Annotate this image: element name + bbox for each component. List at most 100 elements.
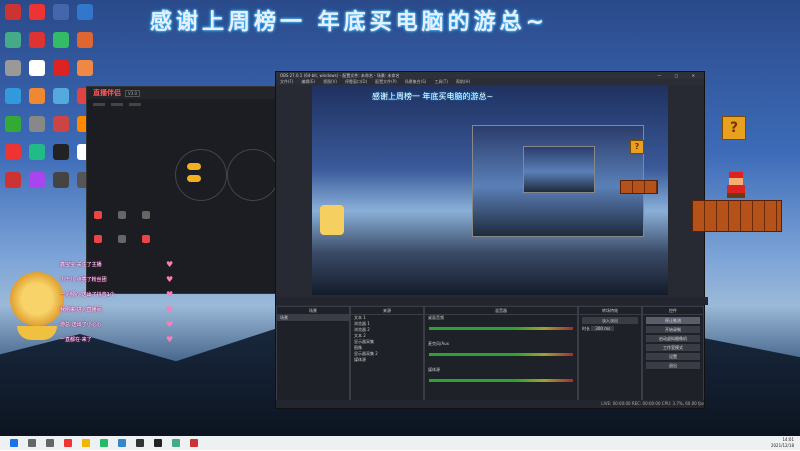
chat-message: 一见倾心·送出了抖音1个 xyxy=(60,292,115,298)
control-button[interactable]: 启动虚拟摄像机 xyxy=(646,335,700,342)
mixer-list: 桌面音频麦克风/Aux 媒体源 xyxy=(425,315,577,393)
volume-meter[interactable] xyxy=(429,353,573,356)
desktop-app-icon[interactable] xyxy=(50,144,72,160)
tool-icon[interactable] xyxy=(115,235,129,251)
obs-title: OBS 27.0.1 (64-bit, windows) - 配置文件: 未命名… xyxy=(280,73,400,78)
taskview-icon[interactable] xyxy=(46,439,54,447)
obs-menu-item[interactable]: 文件(F) xyxy=(280,79,293,85)
mixer-dock[interactable]: 混音器 桌面音频 麦克风/Aux 媒体源 xyxy=(424,306,578,404)
scenes-dock[interactable]: 场景 场景 xyxy=(276,306,350,404)
obs-icon[interactable] xyxy=(136,439,144,447)
heart-icon: ♥ xyxy=(166,260,174,269)
desktop-app-icon[interactable] xyxy=(2,144,24,160)
desktop-app-icon[interactable] xyxy=(26,88,48,104)
windows-icon[interactable] xyxy=(10,439,18,447)
app-tab[interactable] xyxy=(129,103,141,106)
chrome-icon[interactable] xyxy=(64,439,72,447)
mixer-channel-label: 桌面音频 xyxy=(428,315,444,320)
store-icon[interactable] xyxy=(100,439,108,447)
explorer-icon[interactable] xyxy=(82,439,90,447)
mail-icon[interactable] xyxy=(118,439,126,447)
duration-row: 时长 300 ms xyxy=(579,326,641,332)
desktop-app-icon[interactable] xyxy=(74,32,96,48)
desktop-app-icon[interactable] xyxy=(26,144,48,160)
tool-icon[interactable] xyxy=(115,211,129,227)
overlay-banner: 感谢上周榜一 年底买电脑的游总~ xyxy=(150,10,549,35)
desktop-app-icon[interactable] xyxy=(50,88,72,104)
desktop-app-icon[interactable] xyxy=(26,60,48,76)
volume-meter[interactable] xyxy=(429,327,573,330)
desktop-app-icon[interactable] xyxy=(50,116,72,132)
app-icon[interactable] xyxy=(172,439,180,447)
preview-avatar xyxy=(320,205,344,235)
desktop-app-icon[interactable] xyxy=(50,172,72,188)
app-icon xyxy=(77,60,93,76)
window-controls[interactable]: — ▢ ✕ xyxy=(657,72,701,79)
controls-list: 停止推流开始录制启动虚拟摄像机 工作室模式设置退出 xyxy=(643,317,703,369)
source-item[interactable]: 媒体源 xyxy=(351,357,423,363)
control-button[interactable]: 开始录制 xyxy=(646,326,700,333)
taskbar-icons xyxy=(0,439,198,447)
obs-preview[interactable]: 感谢上周榜一 年底买电脑的游总~ xyxy=(312,85,668,295)
streamer-avatar xyxy=(10,272,64,342)
mixer-channel[interactable]: 媒体源 xyxy=(425,367,577,393)
app-icon xyxy=(53,88,69,104)
control-button[interactable]: 工作室模式 xyxy=(646,344,700,351)
system-tray[interactable]: 14:01 2021/12/18 xyxy=(771,436,794,451)
desktop-app-icon[interactable] xyxy=(2,4,24,20)
status-pill[interactable] xyxy=(187,163,201,170)
desktop-app-icon[interactable] xyxy=(26,172,48,188)
desktop-app-icon[interactable] xyxy=(2,116,24,132)
nested-preview-inner xyxy=(523,146,595,193)
heart-icon: ♥ xyxy=(166,305,174,314)
desktop-app-icon[interactable] xyxy=(26,116,48,132)
chat-message: 一直都在·来了 xyxy=(60,337,92,343)
tool-icon[interactable] xyxy=(139,235,153,251)
desktop-app-icon[interactable] xyxy=(2,88,24,104)
nested-preview xyxy=(472,125,644,237)
app-icon xyxy=(5,172,21,188)
sources-dock[interactable]: 来源 文本 1 浏览器 1 浏览器 2 文本 2 显示器采集 图像 显示器采集 2 媒体源 xyxy=(350,306,424,404)
desktop-app-icon[interactable] xyxy=(26,4,48,20)
desktop-app-icon[interactable] xyxy=(50,4,72,20)
control-button[interactable]: 停止推流 xyxy=(646,317,700,324)
duration-label: 时长 xyxy=(582,326,590,331)
app-header: 直播伴侣 V3.0 xyxy=(87,87,283,99)
desktop-app-icon[interactable] xyxy=(74,60,96,76)
heart-icon: ♥ xyxy=(166,320,174,329)
app-tab[interactable] xyxy=(93,103,105,106)
sources-list: 文本 1 浏览器 1 浏览器 2 文本 2 显示器采集 图像 显示器采集 2 媒体源 xyxy=(351,315,423,363)
tool-icon[interactable] xyxy=(91,235,105,251)
duration-value[interactable]: 300 ms xyxy=(591,326,615,331)
desktop-app-icon[interactable] xyxy=(2,172,24,188)
transition-select[interactable]: 淡入淡出 xyxy=(582,317,638,324)
mixer-channel[interactable]: 麦克风/Aux xyxy=(425,341,577,367)
app-icon[interactable] xyxy=(190,439,198,447)
app-icon xyxy=(5,88,21,104)
desktop-app-icon[interactable] xyxy=(26,32,48,48)
transitions-dock[interactable]: 转场特效 淡入淡出 时长 300 ms xyxy=(578,306,642,404)
tool-icon[interactable] xyxy=(139,211,153,227)
control-button[interactable]: 设置 xyxy=(646,353,700,360)
desktop-app-icon[interactable] xyxy=(74,4,96,20)
status-circle xyxy=(175,149,227,201)
desktop-app-icon[interactable] xyxy=(2,32,24,48)
douyin-icon[interactable] xyxy=(154,439,162,447)
app-icon xyxy=(53,144,69,160)
obs-window[interactable]: OBS 27.0.1 (64-bit, windows) - 配置文件: 未命名… xyxy=(275,71,708,409)
tool-icon[interactable] xyxy=(91,211,105,227)
desktop-app-icon[interactable] xyxy=(2,60,24,76)
app-icon xyxy=(29,60,45,76)
app-icon xyxy=(5,32,21,48)
desktop-app-icon[interactable] xyxy=(50,32,72,48)
search-icon[interactable] xyxy=(28,439,36,447)
controls-dock[interactable]: 控件 停止推流 开始录制 启动虚拟摄像机 工作室模式 设置 退出 xyxy=(642,306,704,404)
status-pill[interactable] xyxy=(187,175,201,182)
mixer-channel[interactable]: 桌面音频 xyxy=(425,315,577,341)
volume-meter[interactable] xyxy=(429,379,573,382)
control-button[interactable]: 退出 xyxy=(646,362,700,369)
app-tab[interactable] xyxy=(111,103,123,106)
scene-item[interactable]: 场景 xyxy=(277,315,349,321)
brick-platform xyxy=(620,180,658,194)
desktop-app-icon[interactable] xyxy=(50,60,72,76)
